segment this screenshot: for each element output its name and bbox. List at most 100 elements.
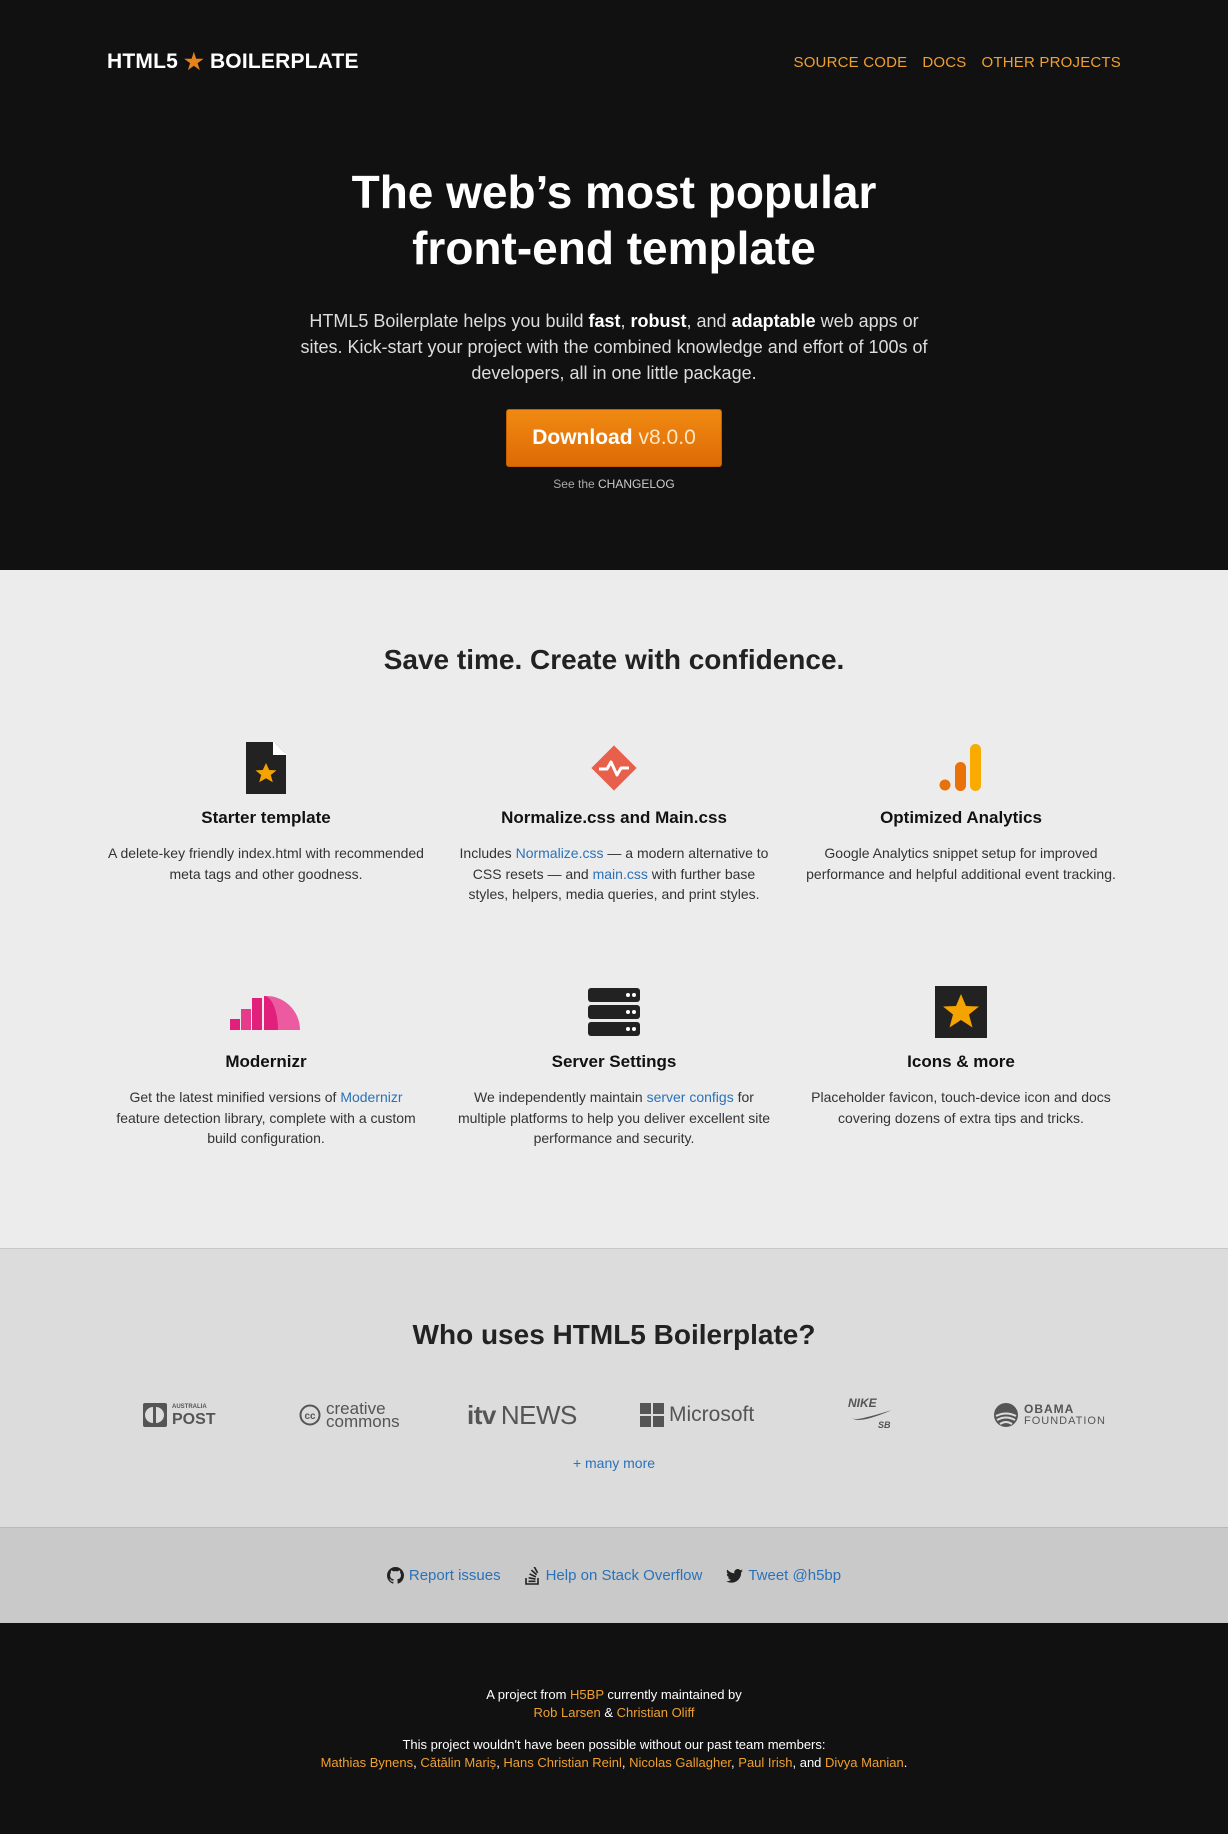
users-section: Who uses HTML5 Boilerplate? AUSTRALIA PO… xyxy=(0,1248,1228,1527)
stack-overflow-label: Help on Stack Overflow xyxy=(545,1567,703,1584)
feature-title: Starter template xyxy=(201,808,331,827)
h5bp-link[interactable]: H5BP xyxy=(570,1687,604,1702)
post-label: POST xyxy=(172,1410,216,1428)
feature-text: Get the latest minified versions of Mode… xyxy=(106,1087,426,1149)
feature-title: Modernizr xyxy=(225,1052,307,1071)
obama-line2: FOUNDATION xyxy=(1024,1415,1106,1427)
feature-server-settings: Server Settings We independently maintai… xyxy=(454,984,774,1149)
changelog-link[interactable]: CHANGELOG xyxy=(598,477,675,491)
feature-title: Icons & more xyxy=(907,1052,1015,1071)
modernizr-icon xyxy=(106,984,426,1040)
changelog-prefix: See the xyxy=(553,477,598,491)
hero-title-line2: front-end template xyxy=(412,222,816,274)
hero-section: HTML5 ★ BOILERPLATE SOURCE CODE DOCS OTH… xyxy=(0,0,1228,570)
feature-text-part: Get the latest minified versions of xyxy=(129,1089,341,1105)
normalize-css-link[interactable]: Normalize.css xyxy=(516,845,604,861)
footer-text: currently maintained by xyxy=(603,1687,742,1702)
lead-adaptable: adaptable xyxy=(731,311,816,331)
past-member-link[interactable]: Nicolas Gallagher xyxy=(629,1755,731,1770)
hero-title-line1: The web’s most popular xyxy=(351,166,877,218)
feature-text-part: Includes xyxy=(459,845,516,861)
past-member-link[interactable]: Paul Irish xyxy=(738,1755,792,1770)
main-nav: SOURCE CODE DOCS OTHER PROJECTS xyxy=(793,54,1121,71)
hero-lead: HTML5 Boilerplate helps you build fast , … xyxy=(294,308,934,386)
logo-text-html5: HTML5 xyxy=(107,50,178,73)
server-configs-link[interactable]: server configs xyxy=(647,1089,734,1105)
australia-post-icon xyxy=(143,1403,167,1427)
feature-text-part: feature detection library, complete with… xyxy=(116,1109,416,1147)
past-team-note: This project wouldn't have been possible… xyxy=(0,1736,1228,1772)
tweet-label: Tweet @h5bp xyxy=(748,1567,842,1584)
footer-text: , and xyxy=(792,1755,826,1770)
download-version: v8.0.0 xyxy=(638,426,696,449)
christian-oliff-link[interactable]: Christian Oliff xyxy=(617,1705,695,1720)
support-links-bar: Report issues Help on Stack Overflow Twe… xyxy=(0,1527,1228,1623)
obama-foundation-icon xyxy=(994,1403,1018,1427)
itv-label: itv xyxy=(467,1399,496,1430)
changelog-note: See the CHANGELOG xyxy=(0,477,1228,491)
creative-commons-logo: cc creative commons xyxy=(299,1397,400,1433)
tweet-link[interactable]: Tweet @h5bp xyxy=(726,1567,841,1584)
feature-text-part: We independently maintain xyxy=(474,1089,647,1105)
feature-text: Google Analytics snippet setup for impro… xyxy=(806,845,1116,882)
feature-title: Normalize.css and Main.css xyxy=(501,808,727,827)
nav-other-projects[interactable]: OTHER PROJECTS xyxy=(982,54,1121,71)
many-more: + many more xyxy=(0,1455,1228,1471)
starter-template-icon xyxy=(106,740,426,796)
itv-news-label: NEWS xyxy=(500,1399,578,1430)
feature-analytics: Optimized Analytics Google Analytics sni… xyxy=(801,740,1121,884)
feature-text: Placeholder favicon, touch-device icon a… xyxy=(811,1089,1111,1126)
maintainers-note: A project from H5BP currently maintained… xyxy=(0,1686,1228,1722)
report-issues-label: Report issues xyxy=(408,1567,501,1584)
server-icon xyxy=(454,984,774,1040)
lead-fast: fast xyxy=(588,311,621,331)
footer-text: & xyxy=(600,1705,617,1720)
analytics-icon xyxy=(801,740,1121,796)
feature-text: A delete-key friendly index.html with re… xyxy=(108,845,424,882)
modernizr-link[interactable]: Modernizr xyxy=(340,1089,402,1105)
microsoft-icon xyxy=(640,1403,664,1427)
svg-text:cc: cc xyxy=(304,1411,316,1422)
feature-text: We independently maintain server configs… xyxy=(454,1087,774,1149)
lead-text: , and xyxy=(686,311,732,331)
site-footer: A project from H5BP currently maintained… xyxy=(0,1623,1228,1834)
footer-text: A project from xyxy=(486,1687,571,1702)
past-member-link[interactable]: Mathias Bynens xyxy=(321,1755,414,1770)
cc-icon: cc xyxy=(299,1404,321,1426)
stack-overflow-link[interactable]: Help on Stack Overflow xyxy=(524,1566,703,1585)
star-icon: ★ xyxy=(184,49,204,74)
hero-title: The web’s most popular front-end templat… xyxy=(0,164,1228,276)
lead-text: , xyxy=(620,311,631,331)
obama-line1: OBAMA xyxy=(1024,1402,1075,1416)
github-icon xyxy=(386,1567,404,1584)
many-more-link[interactable]: + many more xyxy=(573,1455,655,1471)
past-member-link[interactable]: Hans Christian Reinl xyxy=(503,1755,622,1770)
australia-post-logo: AUSTRALIA POST xyxy=(143,1397,216,1433)
users-title: Who uses HTML5 Boilerplate? xyxy=(412,1319,816,1350)
nike-sb-label: SB xyxy=(878,1420,891,1430)
past-member-link[interactable]: Cătălin Mariș xyxy=(420,1755,496,1770)
lead-robust: robust xyxy=(630,311,687,331)
features-section: Save time. Create with confidence. Start… xyxy=(0,570,1228,1248)
user-logos: AUSTRALIA POST cc creative commons itv N… xyxy=(100,1397,1128,1433)
nike-sb-logo: NIKE SB xyxy=(848,1397,894,1433)
itv-news-logo: itv NEWS xyxy=(467,1397,577,1433)
feature-title: Optimized Analytics xyxy=(880,808,1042,827)
nav-docs[interactable]: DOCS xyxy=(922,54,966,71)
logo-text-boilerplate: BOILERPLATE xyxy=(209,50,359,73)
features-title: Save time. Create with confidence. xyxy=(383,644,845,675)
nav-source-code[interactable]: SOURCE CODE xyxy=(793,54,907,71)
feature-icons-more: Icons & more Placeholder favicon, touch-… xyxy=(801,984,1121,1128)
twitter-icon xyxy=(726,1568,744,1583)
footer-text: This project wouldn't have been possible… xyxy=(402,1737,826,1752)
report-issues-link[interactable]: Report issues xyxy=(386,1567,501,1584)
past-member-link[interactable]: Divya Manian xyxy=(825,1755,904,1770)
rob-larsen-link[interactable]: Rob Larsen xyxy=(534,1705,601,1720)
site-logo[interactable]: HTML5 ★ BOILERPLATE xyxy=(107,49,359,75)
microsoft-label: Microsoft xyxy=(669,1403,755,1426)
lead-text: HTML5 Boilerplate helps you build xyxy=(309,311,589,331)
main-css-link[interactable]: main.css xyxy=(593,866,648,882)
normalize-icon xyxy=(454,740,774,796)
download-button[interactable]: Download v8.0.0 xyxy=(506,409,722,467)
feature-normalize: Normalize.css and Main.css Includes Norm… xyxy=(454,740,774,905)
